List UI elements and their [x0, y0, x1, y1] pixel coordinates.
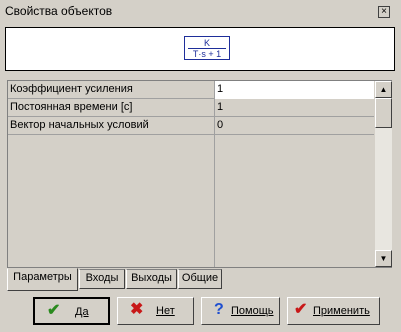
close-icon: × — [381, 6, 387, 17]
arrow-up-icon: ▲ — [379, 85, 388, 94]
column-divider — [214, 135, 215, 267]
property-label: Постоянная времени [с] — [10, 101, 133, 113]
property-row[interactable]: Вектор начальных условий 0 — [8, 117, 374, 135]
property-value-input[interactable]: 1 — [214, 99, 374, 117]
property-value-input[interactable]: 0 — [214, 117, 374, 135]
cancel-label: Нет — [156, 305, 175, 317]
scroll-down-button[interactable]: ▼ — [375, 250, 392, 267]
tab-outputs[interactable]: Выходы — [126, 269, 177, 289]
x-icon: ✖ — [130, 301, 144, 318]
transfer-function-block: K T·s + 1 — [184, 36, 230, 60]
tf-denominator: T·s + 1 — [192, 49, 222, 59]
properties-dialog: Свойства объектов × K T·s + 1 Коэффициен… — [0, 0, 401, 332]
close-button[interactable]: × — [378, 6, 390, 18]
property-label: Коэффициент усиления — [10, 83, 133, 95]
cancel-button[interactable]: ✖ Нет — [117, 297, 194, 325]
window-title: Свойства объектов — [5, 4, 113, 18]
help-button[interactable]: ? Помощь — [201, 297, 280, 325]
tab-general[interactable]: Общие — [178, 269, 222, 289]
tab-inputs[interactable]: Входы — [79, 269, 125, 289]
apply-button[interactable]: ✔ Применить — [287, 297, 380, 325]
tf-numerator: K — [203, 38, 210, 48]
property-grid: Коэффициент усиления 1 Постоянная времен… — [7, 80, 392, 268]
tab-parameters[interactable]: Параметры — [7, 268, 78, 291]
question-icon: ? — [214, 301, 224, 318]
check-icon: ✔ — [47, 302, 61, 319]
property-row[interactable]: Коэффициент усиления 1 — [8, 81, 374, 99]
check-icon: ✔ — [294, 301, 308, 318]
scroll-thumb[interactable] — [375, 98, 392, 128]
property-label: Вектор начальных условий — [10, 119, 149, 131]
property-value-input[interactable]: 1 — [214, 81, 374, 99]
arrow-down-icon: ▼ — [379, 254, 388, 263]
ok-label: Да — [75, 306, 89, 318]
property-row[interactable]: Постоянная времени [с] 1 — [8, 99, 374, 117]
scroll-up-button[interactable]: ▲ — [375, 81, 392, 98]
ok-button[interactable]: ✔ Да — [33, 297, 110, 325]
help-label: Помощь — [231, 305, 274, 317]
title-bar: Свойства объектов × — [0, 0, 401, 22]
apply-label: Применить — [313, 305, 370, 317]
vertical-scrollbar[interactable]: ▲ ▼ — [375, 81, 392, 267]
block-preview: K T·s + 1 — [5, 27, 395, 71]
